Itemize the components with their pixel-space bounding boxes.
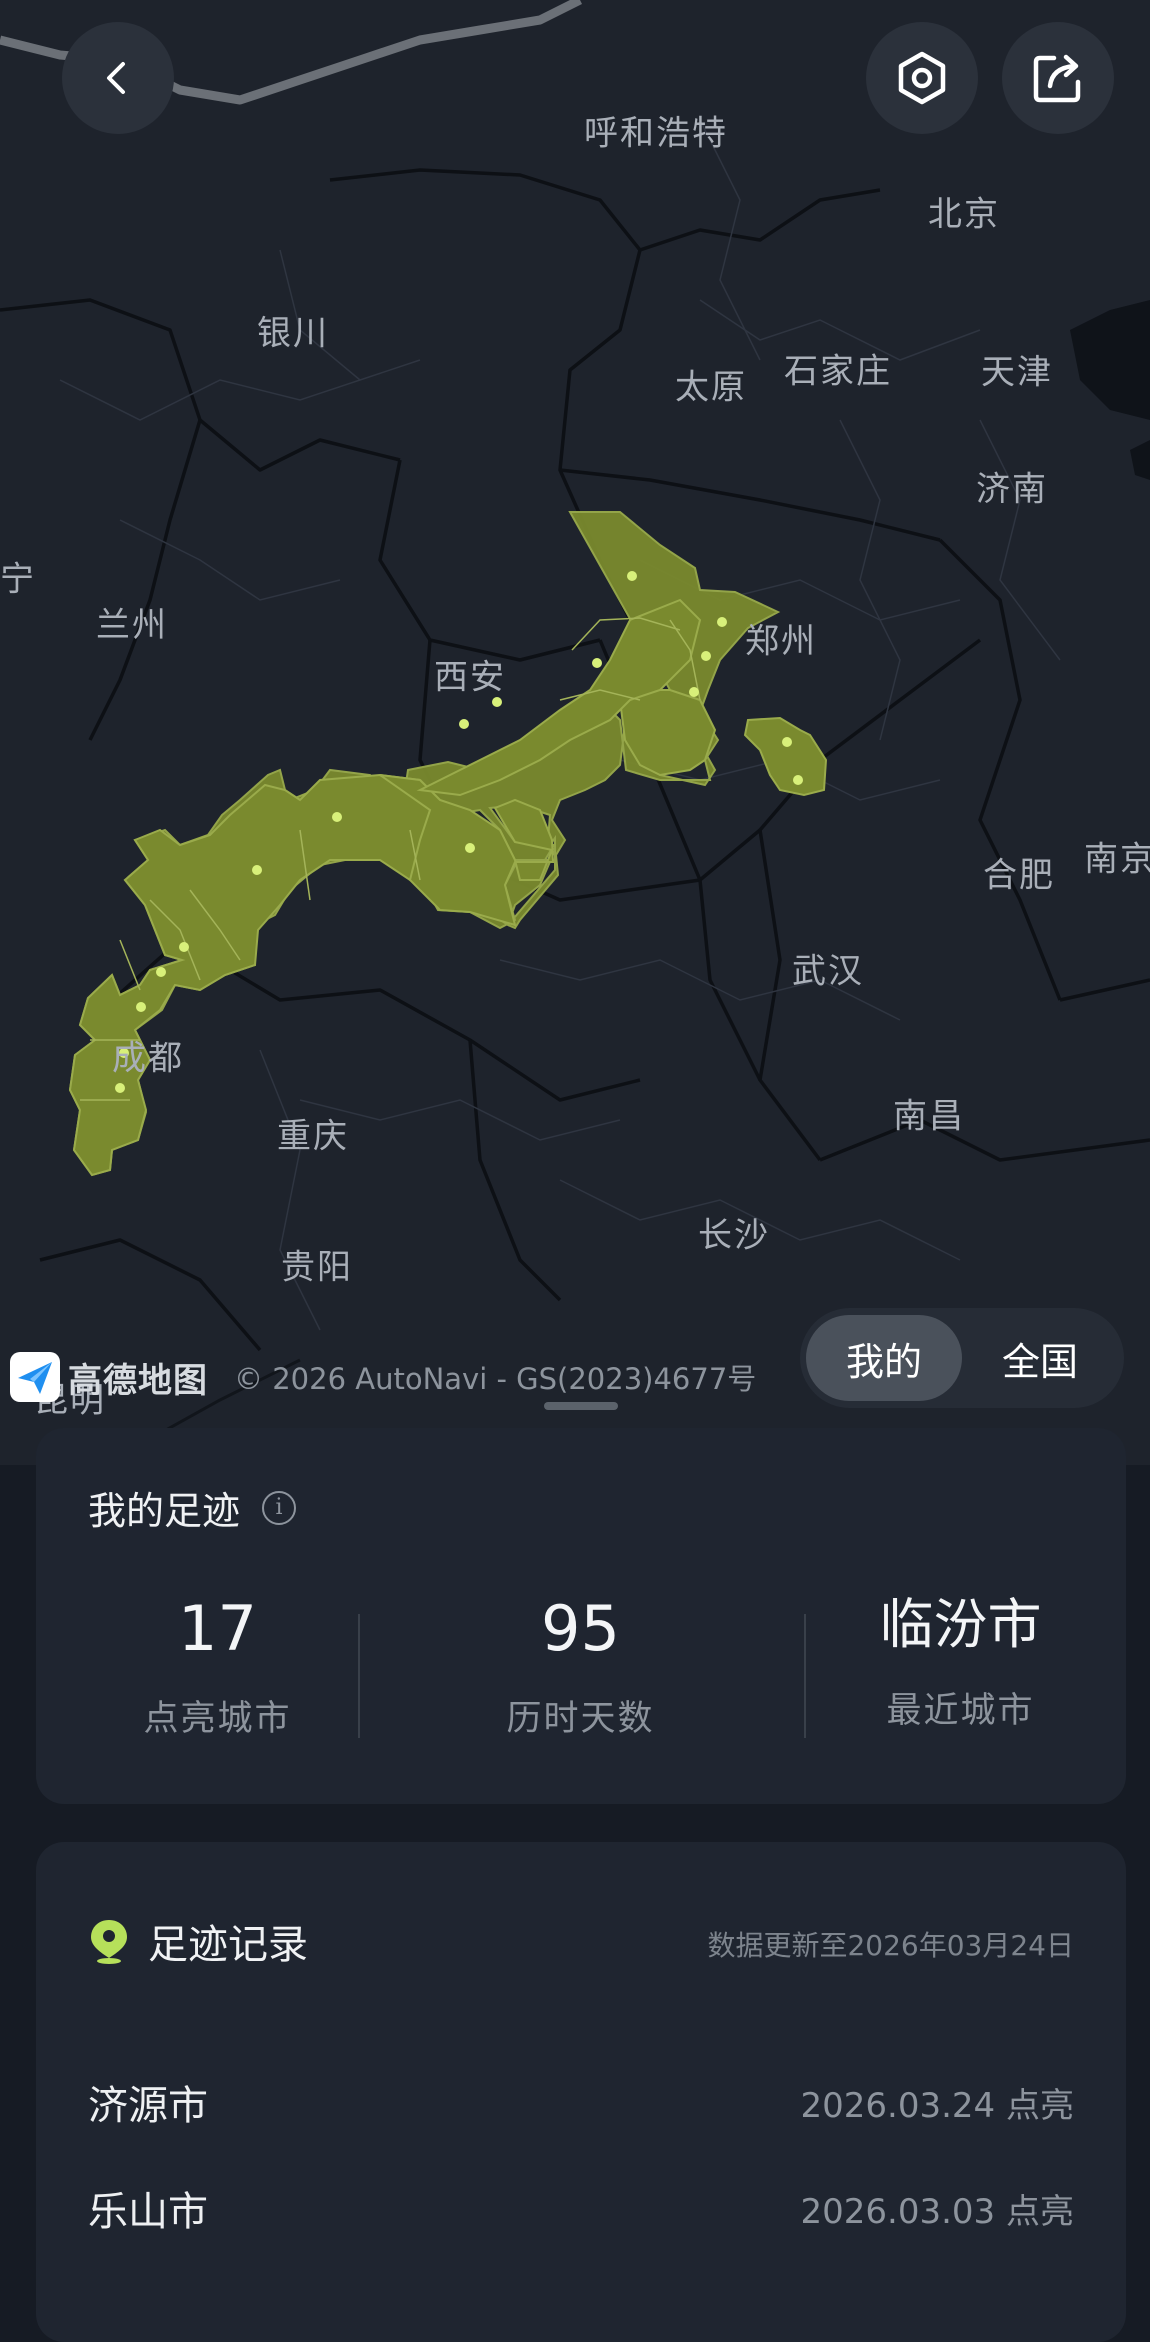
- stat-value: 17: [178, 1592, 257, 1665]
- stat-divider: [358, 1614, 360, 1738]
- attribution-logo-text: 高德地图: [68, 1360, 208, 1401]
- city-label: 济南: [976, 469, 1048, 510]
- attribution-copyright: © 2026 AutoNavi - GS(2023)4677号: [234, 1362, 757, 1396]
- map-attribution: 高德地图 © 2026 AutoNavi - GS(2023)4677号: [10, 1350, 756, 1404]
- stat-recent-city: 临汾市 最近城市: [779, 1598, 1142, 1733]
- records-header: 足迹记录: [88, 1912, 308, 1970]
- city-label: 石家庄: [784, 351, 892, 392]
- record-date: 2026.03.24 点亮: [800, 2085, 1074, 2126]
- city-label: 南京: [1084, 839, 1150, 880]
- drag-handle[interactable]: [544, 1402, 618, 1410]
- scope-toggle[interactable]: 我的 全国: [800, 1308, 1124, 1408]
- toggle-mine[interactable]: 我的: [806, 1315, 962, 1401]
- amap-logo-icon: [10, 1352, 60, 1402]
- stat-label: 历时天数: [506, 1699, 655, 1739]
- summary-title: 我的足迹: [88, 1489, 241, 1533]
- footprint-map[interactable]: 呼和浩特 北京 银川 太原 石家庄 天津 济南 宁 兰州 郑州 西安 合肥 南京…: [0, 0, 1150, 1465]
- record-date: 2026.03.03 点亮: [800, 2191, 1074, 2232]
- stat-value: 临汾市: [879, 1593, 1042, 1656]
- hexagon-settings-icon: [898, 51, 946, 105]
- footprint-summary-card: 我的足迹 i 17 点亮城市 95 历时天数 临汾市 最近城市: [36, 1428, 1126, 1804]
- record-city: 济源市: [88, 2083, 208, 2129]
- city-label: 西安: [434, 657, 506, 698]
- records-updated: 数据更新至2026年03月24日: [707, 1929, 1074, 1962]
- records-title: 足迹记录: [148, 1922, 308, 1968]
- city-label: 太原: [675, 367, 747, 408]
- record-row[interactable]: 济源市 2026.03.24 点亮: [88, 2072, 1074, 2132]
- city-label: 南昌: [893, 1096, 965, 1137]
- stat-label: 点亮城市: [143, 1699, 292, 1739]
- share-button[interactable]: [1002, 22, 1114, 134]
- city-label: 合肥: [983, 855, 1055, 896]
- city-label: 成都: [112, 1038, 184, 1079]
- city-label: 郑州: [745, 621, 817, 662]
- chevron-left-icon: [107, 62, 125, 94]
- footprint-records-card: 足迹记录 数据更新至2026年03月24日 济源市 2026.03.24 点亮 …: [36, 1842, 1126, 2342]
- toggle-all[interactable]: 全国: [962, 1315, 1118, 1401]
- stat-lit-cities: 17 点亮城市: [36, 1598, 399, 1741]
- stat-label: 最近城市: [886, 1691, 1035, 1731]
- back-button[interactable]: [62, 22, 174, 134]
- city-label: 重庆: [277, 1116, 349, 1157]
- record-city: 乐山市: [88, 2189, 208, 2235]
- stat-days: 95 历时天数: [399, 1598, 762, 1741]
- summary-header: 我的足迹 i: [88, 1480, 297, 1535]
- record-row[interactable]: 乐山市 2026.03.03 点亮: [88, 2178, 1074, 2238]
- city-label: 长沙: [698, 1215, 770, 1256]
- location-pin-icon: [91, 1920, 127, 1964]
- city-label: 兰州: [96, 605, 168, 646]
- city-label: 呼和浩特: [584, 113, 728, 154]
- share-icon: [1033, 54, 1081, 103]
- city-label: 天津: [981, 352, 1053, 393]
- city-label: 北京: [928, 194, 1000, 235]
- city-label: 宁: [0, 559, 36, 600]
- city-label: 武汉: [792, 951, 864, 992]
- city-label: 贵阳: [281, 1247, 353, 1288]
- settings-button[interactable]: [866, 22, 978, 134]
- info-icon[interactable]: i: [262, 1490, 297, 1525]
- stat-value: 95: [541, 1592, 620, 1665]
- city-label: 银川: [257, 313, 329, 354]
